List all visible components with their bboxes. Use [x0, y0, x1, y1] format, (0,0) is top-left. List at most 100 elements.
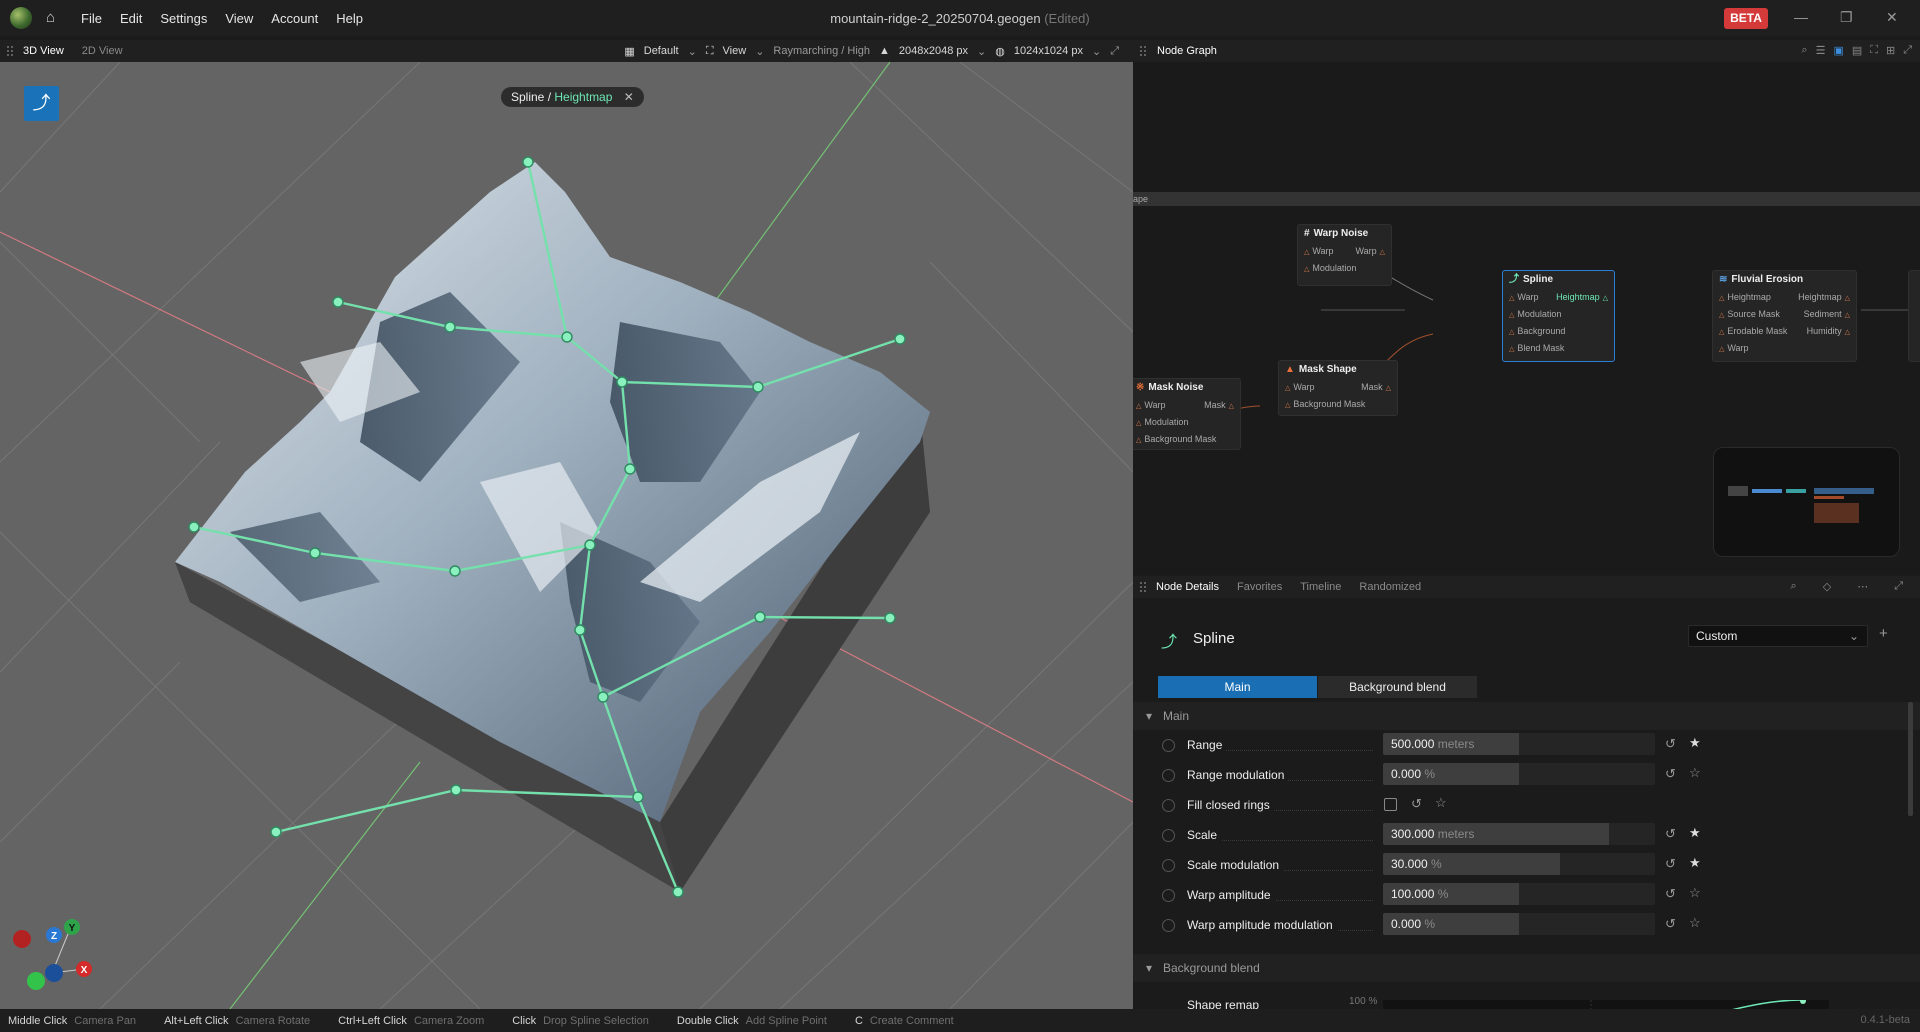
close-icon[interactable]: ✕: [624, 90, 634, 104]
layout-icon[interactable]: ▣: [1833, 44, 1843, 57]
port-label[interactable]: Mask: [1361, 382, 1383, 392]
spline-tool-icon[interactable]: ⤴: [24, 86, 59, 121]
list-icon[interactable]: ☰: [1816, 44, 1826, 57]
port-label[interactable]: Modulation: [1517, 309, 1561, 319]
menu-edit[interactable]: Edit: [111, 11, 151, 26]
reset-icon[interactable]: ↺: [1665, 736, 1676, 752]
reset-icon[interactable]: ↺: [1665, 856, 1676, 872]
reset-icon[interactable]: ↺: [1665, 826, 1676, 842]
star-icon[interactable]: ☆: [1689, 915, 1701, 931]
port-label[interactable]: Heightmap: [1727, 292, 1771, 302]
param-slider[interactable]: 100.000 %: [1383, 883, 1655, 905]
remap-curve-editor[interactable]: [1383, 998, 1829, 1009]
node-warp-noise[interactable]: # Warp Noise △ Warp Warp △ △ Modulation: [1297, 224, 1392, 286]
port-label[interactable]: Warp: [1312, 246, 1333, 256]
more-icon[interactable]: ⋯: [1848, 580, 1877, 593]
param-slider[interactable]: 30.000 %: [1383, 853, 1655, 875]
param-toggle[interactable]: [1162, 739, 1175, 752]
reset-icon[interactable]: ↺: [1665, 886, 1676, 902]
preset-select[interactable]: Custom ⌄: [1688, 625, 1868, 647]
param-slider[interactable]: 300.000 meters: [1383, 823, 1655, 845]
tab-2d-view[interactable]: 2D View: [73, 45, 132, 57]
param-slider[interactable]: 500.000 meters: [1383, 733, 1655, 755]
param-toggle[interactable]: [1162, 859, 1175, 872]
tab-favorites[interactable]: Favorites: [1228, 581, 1291, 593]
subtab-background-blend[interactable]: Background blend: [1318, 676, 1477, 698]
maximize-icon[interactable]: ❐: [1840, 9, 1853, 26]
port-label[interactable]: Background Mask: [1144, 434, 1216, 444]
port-label[interactable]: Source Mask: [1727, 309, 1780, 319]
panel-grip-icon[interactable]: [1139, 45, 1147, 57]
port-label[interactable]: Warp: [1517, 292, 1538, 302]
axis-gizmo[interactable]: Y Z X: [13, 919, 92, 990]
port-label[interactable]: Background Mask: [1293, 399, 1365, 409]
port-label[interactable]: Warp: [1293, 382, 1314, 392]
section-background-blend[interactable]: ▾ Background blend: [1133, 954, 1920, 982]
fill-rings-checkbox[interactable]: [1384, 798, 1397, 811]
param-toggle[interactable]: [1162, 889, 1175, 902]
axis-neg-y[interactable]: [27, 972, 45, 990]
grid-icon[interactable]: ⊞: [1886, 44, 1895, 57]
reset-icon[interactable]: ↺: [1411, 796, 1422, 812]
menu-account[interactable]: Account: [262, 11, 327, 26]
build-resolution[interactable]: 2048x2048 px: [899, 45, 968, 57]
render-mode[interactable]: Raymarching / High: [773, 45, 870, 57]
menu-view[interactable]: View: [216, 11, 262, 26]
node-mask-shape[interactable]: ▲ Mask Shape △ Warp Mask △ △ Background Mask: [1278, 360, 1398, 416]
reset-icon[interactable]: ↺: [1665, 916, 1676, 932]
search-icon[interactable]: ⌕: [1801, 44, 1807, 57]
node-spline[interactable]: ⤴ Spline △ Warp Heightmap △ △ Modulation △ Bac…: [1502, 270, 1615, 362]
viewport-3d[interactable]: Y Z X ⤴ Spline / Heightmap ✕: [0, 62, 1133, 1009]
close-icon[interactable]: ✕: [1886, 9, 1898, 26]
chevron-down-icon[interactable]: ⌄: [977, 45, 986, 58]
node-mask-noise[interactable]: ※ Mask Noise △ Warp Mask △ △ Modulation △ Back…: [1133, 378, 1241, 450]
panel-grip-icon[interactable]: [6, 45, 14, 57]
port-label[interactable]: Heightmap: [1556, 292, 1600, 302]
preview-resolution[interactable]: 1024x1024 px: [1014, 45, 1083, 57]
node-fluvial-erosion[interactable]: ≋ Fluvial Erosion △ Heightmap Heightmap △ △ S…: [1712, 270, 1857, 362]
fullscreen-icon[interactable]: ⤢: [1903, 44, 1912, 57]
view-select[interactable]: View: [723, 45, 747, 57]
node-partial[interactable]: [1908, 270, 1920, 362]
subtab-main[interactable]: Main: [1158, 676, 1317, 698]
port-label[interactable]: Warp: [1355, 246, 1376, 256]
fullscreen-icon[interactable]: ⤢: [1110, 45, 1119, 58]
param-toggle[interactable]: [1162, 769, 1175, 782]
fullscreen-icon[interactable]: ⤢: [1885, 580, 1912, 593]
breadcrumb-parent[interactable]: Spline: [511, 90, 544, 104]
port-label[interactable]: Modulation: [1144, 417, 1188, 427]
fit-view-icon[interactable]: ⛶: [1870, 44, 1878, 57]
port-label[interactable]: Modulation: [1312, 263, 1356, 273]
star-icon[interactable]: ☆: [1689, 765, 1701, 781]
port-label[interactable]: Blend Mask: [1517, 343, 1564, 353]
home-icon[interactable]: ⌂: [46, 10, 62, 26]
axis-neg-z[interactable]: [45, 964, 63, 982]
chevron-down-icon[interactable]: ⌄: [1092, 45, 1101, 58]
param-toggle[interactable]: [1162, 829, 1175, 842]
star-icon[interactable]: ★: [1689, 825, 1701, 841]
menu-file[interactable]: File: [72, 11, 111, 26]
search-icon[interactable]: ⌕: [1782, 580, 1806, 593]
port-label[interactable]: Warp: [1144, 400, 1165, 410]
chevron-down-icon[interactable]: ⌄: [755, 45, 764, 58]
tab-node-details[interactable]: Node Details: [1147, 581, 1228, 593]
port-label[interactable]: Erodable Mask: [1727, 326, 1787, 336]
add-icon[interactable]: +: [1879, 625, 1888, 642]
section-main[interactable]: ▾ Main: [1133, 702, 1920, 730]
star-icon[interactable]: ★: [1689, 735, 1701, 751]
param-toggle[interactable]: [1162, 919, 1175, 932]
screenshot-icon[interactable]: ▤: [1852, 44, 1862, 57]
port-label[interactable]: Heightmap: [1798, 292, 1842, 302]
minimize-icon[interactable]: —: [1794, 9, 1808, 25]
star-icon[interactable]: ☆: [1689, 885, 1701, 901]
port-label[interactable]: Sediment: [1804, 309, 1842, 319]
param-slider[interactable]: 0.000 %: [1383, 763, 1655, 785]
menu-settings[interactable]: Settings: [151, 11, 216, 26]
param-toggle[interactable]: [1162, 799, 1175, 812]
menu-help[interactable]: Help: [327, 11, 372, 26]
panel-grip-icon[interactable]: [1139, 581, 1147, 593]
port-label[interactable]: Mask: [1204, 400, 1226, 410]
tab-3d-view[interactable]: 3D View: [14, 45, 73, 57]
preset-select[interactable]: Default: [644, 45, 679, 57]
tab-timeline[interactable]: Timeline: [1291, 581, 1350, 593]
